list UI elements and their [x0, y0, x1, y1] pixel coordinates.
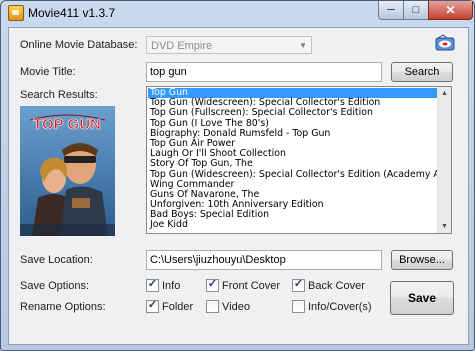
minimize-icon: ─ — [387, 4, 395, 16]
title-bar[interactable]: Movie411 v1.3.7 ─ □ ✕ — [1, 1, 474, 25]
save-button[interactable]: Save — [390, 281, 454, 315]
poster-title-text: TOP GUN — [33, 116, 101, 133]
back-cover-checkbox-label: Back Cover — [308, 280, 365, 292]
checkmark-icon: ✓ — [147, 278, 158, 290]
folder-checkbox-label: Folder — [162, 301, 194, 313]
video-checkbox-label: Video — [222, 301, 250, 313]
info-checkbox-label: Info — [162, 280, 181, 292]
movie-poster: TOP GUN — [20, 106, 115, 236]
database-logo-icon[interactable] — [434, 34, 456, 52]
scroll-down-arrow-icon[interactable]: ▼ — [438, 220, 451, 233]
main-panel: Online Movie Database: DVD Empire ▼ Movi… — [8, 27, 469, 345]
close-button[interactable]: ✕ — [428, 1, 473, 20]
database-select[interactable]: DVD Empire ▼ — [146, 36, 312, 54]
app-window: Movie411 v1.3.7 ─ □ ✕ Online Movie Datab… — [0, 0, 475, 351]
search-results-label: Search Results: — [20, 89, 98, 101]
browse-button[interactable]: Browse... — [391, 250, 453, 270]
maximize-button[interactable]: □ — [403, 1, 429, 20]
info-checkbox[interactable]: ✓ — [146, 278, 159, 292]
maximize-icon: □ — [412, 4, 420, 16]
front-cover-checkbox-label: Front Cover — [222, 280, 281, 292]
search-result-item[interactable]: Bad Boys: Special Edition — [148, 210, 437, 220]
minimize-button[interactable]: ─ — [378, 1, 404, 20]
video-checkbox[interactable] — [206, 300, 219, 313]
search-button[interactable]: Search — [391, 62, 453, 82]
search-result-item[interactable]: Joe Kidd — [148, 220, 437, 230]
close-icon: ✕ — [445, 3, 456, 17]
database-selected-value: DVD Empire — [151, 40, 213, 52]
search-results-list[interactable]: Top Gun Top Gun (Widescreen): Special Col… — [146, 86, 452, 234]
checkmark-icon: ✓ — [147, 299, 158, 311]
database-label: Online Movie Database: — [20, 39, 138, 51]
info-cover-checkbox[interactable] — [292, 300, 305, 313]
app-icon — [8, 5, 24, 21]
chevron-down-icon: ▼ — [299, 41, 307, 50]
search-result-item[interactable]: Story Of Top Gun, The — [148, 159, 437, 169]
checkmark-icon: ✓ — [293, 278, 304, 290]
movie-title-label: Movie Title: — [20, 66, 76, 78]
front-cover-checkbox[interactable]: ✓ — [206, 278, 219, 292]
movie-title-input[interactable]: top gun — [146, 62, 382, 82]
save-location-label: Save Location: — [20, 254, 93, 266]
results-list-items: Top Gun Top Gun (Widescreen): Special Col… — [148, 88, 437, 232]
back-cover-checkbox[interactable]: ✓ — [292, 278, 305, 292]
save-options-label: Save Options: — [20, 280, 90, 292]
rename-options-label: Rename Options: — [20, 301, 106, 313]
scroll-up-arrow-icon[interactable]: ▲ — [438, 87, 451, 100]
window-title: Movie411 v1.3.7 — [28, 6, 116, 20]
save-location-input[interactable]: C:\Users\jiuzhouyu\Desktop — [146, 250, 382, 270]
folder-checkbox[interactable]: ✓ — [146, 299, 159, 313]
info-cover-checkbox-label: Info/Cover(s) — [308, 301, 372, 313]
checkmark-icon: ✓ — [207, 278, 218, 290]
results-scrollbar[interactable]: ▲ ▼ — [437, 87, 451, 233]
